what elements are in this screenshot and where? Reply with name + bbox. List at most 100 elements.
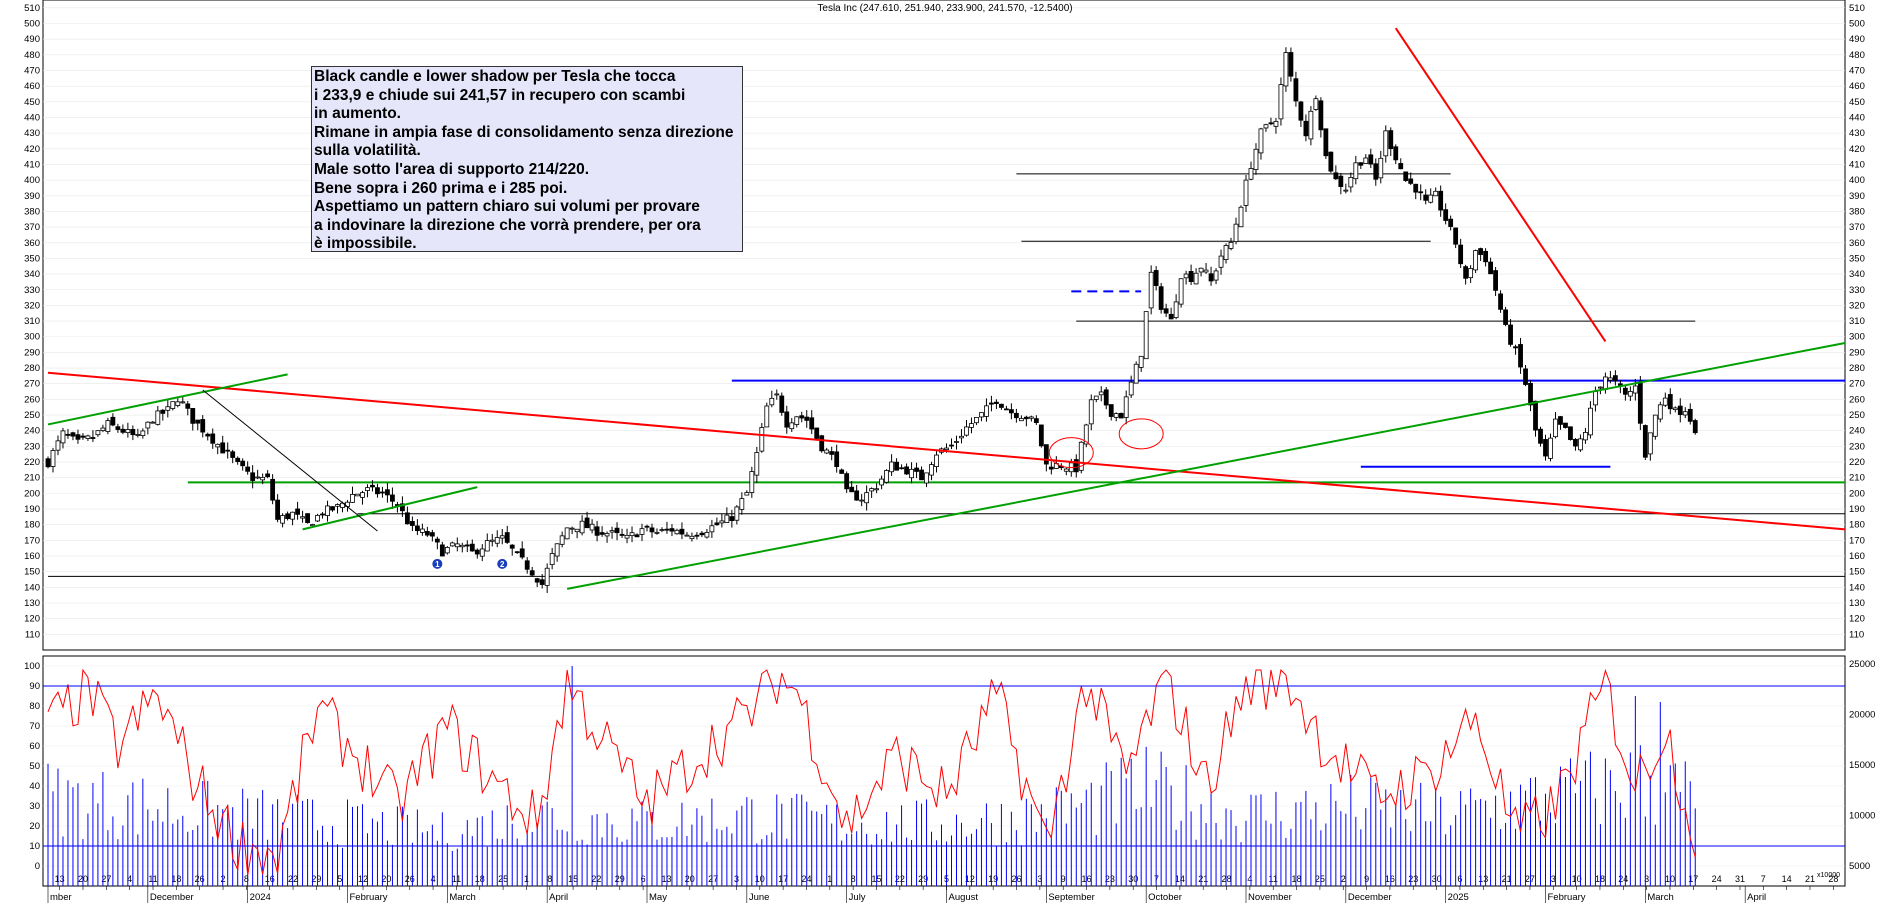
candle-body <box>1378 157 1384 179</box>
candle-body <box>75 434 81 440</box>
y-tick-label-right: 440 <box>1849 112 1865 123</box>
candle-body <box>210 433 216 444</box>
candle <box>1148 265 1154 315</box>
x-day-label: 14 <box>1782 874 1792 884</box>
candle-body <box>709 525 715 533</box>
candle-body <box>969 423 974 428</box>
candle-body <box>1528 382 1533 406</box>
candle-body <box>1458 244 1464 265</box>
candle-body <box>45 458 51 468</box>
y-tick-label-right: 410 <box>1849 159 1865 170</box>
y-tick-label-right: 260 <box>1849 394 1865 405</box>
candle-body <box>1303 120 1309 137</box>
y-tick-label-right: 470 <box>1849 65 1865 76</box>
candle-body <box>654 531 660 534</box>
y-tick-label: 450 <box>24 97 40 108</box>
candle-body <box>699 532 705 536</box>
candle-body <box>1433 190 1439 197</box>
candle-body <box>1548 437 1553 459</box>
y-tick-label: 330 <box>24 285 40 296</box>
candle-body <box>814 427 820 439</box>
candle-body <box>759 427 765 452</box>
candle-body <box>849 486 855 493</box>
candle-body <box>609 530 615 533</box>
candle-body <box>1607 377 1613 381</box>
y-tick-label: 360 <box>24 238 40 249</box>
candle-body <box>1373 163 1379 180</box>
candle-body <box>360 492 365 498</box>
candle-body <box>295 508 300 515</box>
x-month-label: May <box>649 892 667 903</box>
candle <box>1083 423 1089 448</box>
y-tick-label-right: 130 <box>1849 598 1865 609</box>
x-day-label: 6 <box>641 874 646 884</box>
candle-body <box>684 534 690 537</box>
candle-body <box>514 551 520 554</box>
candle-body <box>549 553 555 566</box>
osc-tick-label: 30 <box>29 801 40 812</box>
x-day-label: 16 <box>265 874 275 884</box>
y-tick-label-right: 320 <box>1849 300 1865 311</box>
candle-body <box>1672 407 1678 410</box>
candle-body <box>1677 405 1683 416</box>
candle-body <box>1343 189 1349 192</box>
candle <box>884 469 889 484</box>
candle-body <box>1398 163 1404 170</box>
candle-body <box>155 410 161 425</box>
candle-body <box>1393 146 1399 161</box>
candle-body <box>764 405 770 428</box>
candle-body <box>1573 438 1578 447</box>
candle-body <box>290 511 295 520</box>
candle <box>1118 412 1124 419</box>
candle-body <box>1488 261 1493 275</box>
candle-body <box>1273 120 1279 127</box>
y-tick-label: 480 <box>24 50 40 61</box>
candle <box>1692 418 1698 435</box>
candle-body <box>130 428 136 436</box>
annotation-line: in aumento. <box>314 105 401 123</box>
candle-body <box>250 472 256 481</box>
candle-body <box>679 528 685 535</box>
candle-body <box>1468 268 1474 279</box>
candle-body <box>889 461 894 473</box>
candle-body <box>1513 346 1518 349</box>
y-tick-label: 230 <box>24 441 40 452</box>
candle-body <box>1088 399 1094 425</box>
x-day-label: 15 <box>568 874 578 884</box>
y-tick-label-right: 480 <box>1849 50 1865 61</box>
candle-body <box>285 513 291 520</box>
candle-body <box>624 534 630 539</box>
candle-body <box>904 466 909 475</box>
candle-body <box>1338 175 1344 187</box>
candle-body <box>1043 444 1049 465</box>
candle-body <box>1323 128 1329 157</box>
candle-body <box>100 427 106 431</box>
candle-body <box>170 401 176 409</box>
candle-body <box>1168 313 1174 320</box>
candle-body <box>974 417 979 424</box>
candle-body <box>614 527 620 534</box>
candle-body <box>380 491 385 494</box>
candle-body <box>754 452 760 476</box>
candle-body <box>459 544 465 548</box>
oscillator-axis-left: 0 10 20 30 40 50 60 70 80 90 100 <box>24 661 40 872</box>
x-day-label: 4 <box>1247 874 1252 884</box>
x-day-label: 12 <box>358 874 368 884</box>
candle-body <box>1248 168 1254 180</box>
candle-body <box>1293 78 1299 102</box>
candle-body <box>744 492 750 496</box>
x-day-label: 13 <box>1478 874 1488 884</box>
y-tick-label-right: 250 <box>1849 410 1865 421</box>
candle-body <box>984 405 989 417</box>
x-month-label: December <box>150 892 194 903</box>
y-tick-label-right: 350 <box>1849 253 1865 264</box>
candle-body <box>80 435 86 438</box>
candle-body <box>1403 171 1409 181</box>
x-day-label: 2 <box>1341 874 1346 884</box>
candle <box>305 513 310 524</box>
candle-body <box>509 544 515 549</box>
x-day-label: 25 <box>1315 874 1325 884</box>
x-month-label: October <box>1148 892 1182 903</box>
candle <box>1288 47 1294 82</box>
right-axis-note: x10000 <box>1817 872 1840 879</box>
